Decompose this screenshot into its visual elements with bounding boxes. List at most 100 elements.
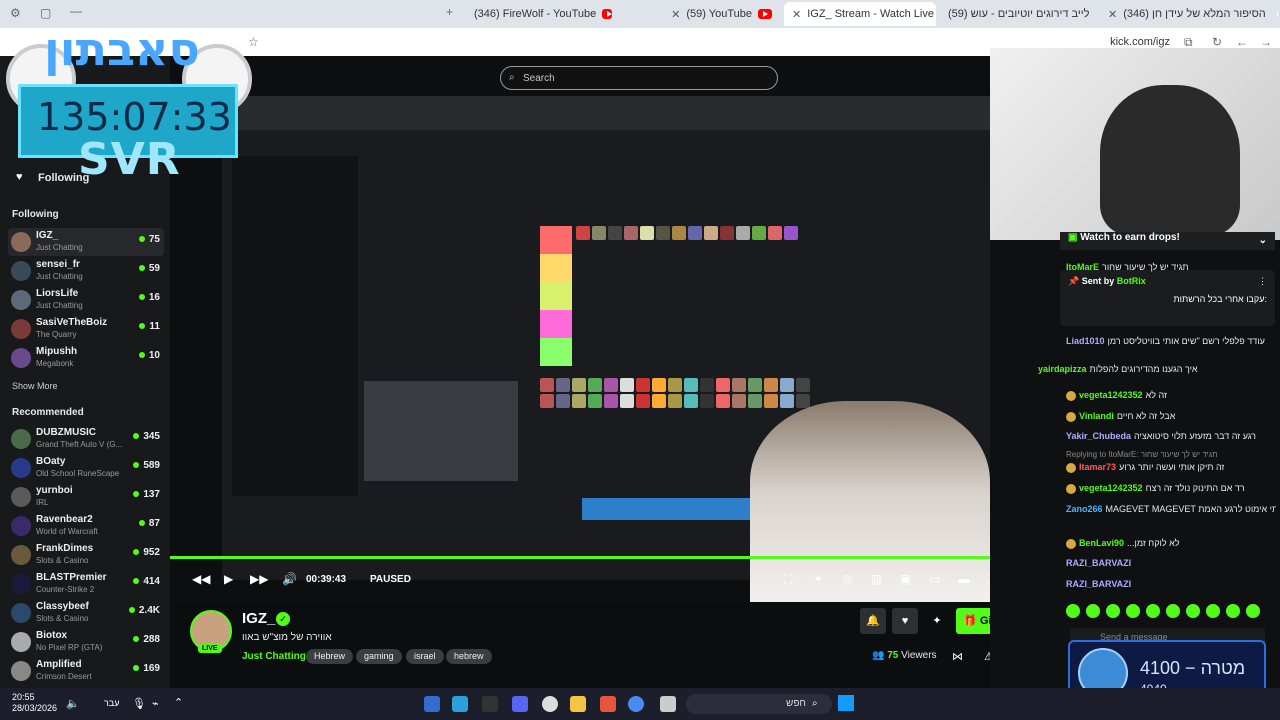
play-icon[interactable]: ▶ — [224, 572, 233, 586]
sparkle-icon[interactable]: ✦ — [813, 572, 823, 586]
chat-user[interactable]: Zano266 — [1066, 504, 1103, 514]
chat-user[interactable]: vegeta1242352 — [1079, 390, 1143, 400]
emote-icon[interactable] — [1126, 604, 1140, 618]
window-icon[interactable] — [660, 696, 676, 712]
window-icon[interactable]: ▢ — [40, 6, 51, 20]
show-more-link[interactable]: Show More — [12, 381, 58, 391]
channel-item-following[interactable]: sensei_fr Just Chatting 59 — [8, 257, 164, 285]
back-icon[interactable]: ← — [1236, 35, 1248, 49]
tag[interactable]: gaming — [356, 649, 402, 664]
channel-item-recommended[interactable]: DUBZMUSIC Grand Theft Auto V (G... 345 — [8, 425, 164, 453]
cinema-icon[interactable]: ▬ — [958, 572, 970, 586]
telegram-icon[interactable] — [452, 696, 468, 712]
channel-item-recommended[interactable]: Amplified Crimson Desert 169 — [8, 657, 164, 685]
notification-bell-icon[interactable]: 🔔 — [860, 608, 886, 634]
channel-item-recommended[interactable]: yurnboi IRL 137 — [8, 483, 164, 511]
channel-item-recommended[interactable]: BOaty Old School RuneScape 589 — [8, 454, 164, 482]
emote-icon[interactable] — [1186, 604, 1200, 618]
pip-icon[interactable]: ▣ — [900, 572, 911, 586]
tab-igz-stream[interactable]: ✕ IGZ_ Stream - Watch Live on Ki K — [784, 2, 936, 26]
chevron-down-icon[interactable]: ⌄ — [1259, 235, 1267, 246]
emote-icon[interactable] — [1106, 604, 1120, 618]
language-indicator[interactable]: עבר — [104, 698, 119, 708]
channel-item-recommended[interactable]: BLASTPremier Counter-Strike 2 414 — [8, 570, 164, 598]
search-bar[interactable]: ⌕ Search — [500, 66, 778, 90]
clip-icon[interactable]: ⛶ — [784, 572, 792, 587]
microphone-icon[interactable]: 🎙 — [132, 697, 146, 710]
chat-user[interactable]: RAZI_BARVAZI — [1066, 558, 1131, 568]
tag[interactable]: Hebrew — [306, 649, 354, 664]
search-input[interactable]: Search — [523, 73, 555, 84]
channel-item-following[interactable]: SasiVeTheBoiz The Quarry 11 — [8, 315, 164, 343]
chat-user[interactable]: Itamar73 — [1079, 462, 1116, 472]
sparkle-icon[interactable]: ✦ — [924, 608, 950, 634]
url-text[interactable]: kick.com/igz — [1110, 36, 1170, 48]
emote-icon[interactable] — [1086, 604, 1100, 618]
reload-icon[interactable]: ↻ — [1212, 35, 1222, 49]
forward-icon[interactable]: ▶▶ — [250, 572, 268, 586]
chrome-icon[interactable] — [628, 696, 644, 712]
network-icon[interactable]: ⌁ — [152, 697, 159, 710]
speaker-icon[interactable]: 🔈 — [66, 697, 80, 710]
windows-start-icon[interactable] — [838, 695, 854, 711]
stream-category[interactable]: Just Chatting — [242, 651, 306, 662]
media-player-icon[interactable] — [542, 696, 558, 712]
close-icon[interactable]: ✕ — [671, 8, 680, 21]
forward-icon[interactable]: → — [1260, 35, 1272, 49]
chat-user[interactable]: yairdapizza — [1038, 364, 1087, 374]
share-icon[interactable]: ⋈ — [952, 650, 963, 663]
chevron-up-icon[interactable]: ⌃ — [174, 696, 183, 709]
chat-user[interactable]: Yakir_Chubeda — [1066, 431, 1131, 441]
speed-icon[interactable]: ◎ — [842, 572, 852, 586]
volume-icon[interactable]: 🔊 — [282, 572, 297, 586]
channel-name[interactable]: IGZ_ — [242, 610, 275, 627]
avatar — [11, 603, 31, 623]
taskbar-search[interactable]: חפש — [686, 694, 832, 714]
tab-youtube[interactable]: ✕ (59) YouTube — [625, 2, 780, 26]
close-icon[interactable]: ✕ — [792, 8, 801, 21]
chat-user[interactable]: ItoMarE — [1066, 262, 1099, 272]
progress-bar[interactable] — [170, 556, 990, 559]
chat-user[interactable]: RAZI_BARVAZI — [1066, 579, 1131, 589]
channel-item-following[interactable]: IGZ_ Just Chatting 75 — [8, 228, 164, 256]
steam-icon[interactable] — [424, 696, 440, 712]
new-tab-icon[interactable]: + — [446, 5, 453, 19]
channel-item-recommended[interactable]: Biotox No Pixel RP (GTA) 288 — [8, 628, 164, 656]
chat-user[interactable]: vegeta1242352 — [1079, 483, 1143, 493]
minimize-icon[interactable]: — — [70, 4, 82, 18]
tag[interactable]: israel — [406, 649, 444, 664]
app-icon[interactable] — [600, 696, 616, 712]
chat-user[interactable]: Liad1010 — [1066, 336, 1105, 346]
chat-user[interactable]: Vinlandi — [1079, 411, 1114, 421]
file-explorer-icon[interactable] — [570, 696, 586, 712]
channel-item-recommended[interactable]: Classybeef Slots & Casino 2.4K — [8, 599, 164, 627]
channel-item-recommended[interactable]: Ravenbear2 World of Warcraft 87 — [8, 512, 164, 540]
tag[interactable]: hebrew — [446, 649, 492, 664]
emote-icon[interactable] — [1246, 604, 1260, 618]
tab-firewolf[interactable]: (346) FireWolf - YouTube — [466, 2, 620, 26]
chat-user[interactable]: BenLavi90 — [1079, 538, 1124, 548]
system-clock[interactable]: 20:55 28/03/2026 — [12, 692, 57, 714]
emote-icon[interactable] — [1066, 604, 1080, 618]
app-icon[interactable] — [482, 696, 498, 712]
close-icon[interactable]: ✕ — [1108, 8, 1117, 21]
discord-icon[interactable] — [512, 696, 528, 712]
emote-icon[interactable] — [1226, 604, 1240, 618]
stats-icon[interactable]: ▥ — [871, 572, 882, 586]
emote-icon[interactable] — [1166, 604, 1180, 618]
follow-heart-icon[interactable]: ♥ — [892, 608, 918, 634]
bookmark-star-icon[interactable]: ☆ — [248, 35, 259, 49]
more-options-icon[interactable]: ⋮ — [1258, 276, 1267, 287]
emote-icon[interactable] — [1146, 604, 1160, 618]
rewind-icon[interactable]: ◀◀ — [192, 572, 210, 586]
theater-icon[interactable]: ▭ — [929, 572, 940, 586]
channel-item-following[interactable]: Mipushh Megabonk 10 — [8, 344, 164, 372]
drops-banner[interactable]: ▣ Watch to earn drops! ⌄ — [1060, 232, 1275, 250]
emote-icon[interactable] — [1206, 604, 1220, 618]
tab-live-rankings[interactable]: (59) לייב דירוגים יוטיובים - עוש — [940, 2, 1090, 26]
channel-item-recommended[interactable]: FrankDimes Slots & Casino 952 — [8, 541, 164, 569]
video-player[interactable]: ⌕ Search — [170, 56, 990, 602]
tab-full-story[interactable]: ✕ (346) הסיפור המלא של עידן חן — [1100, 2, 1278, 26]
channel-item-following[interactable]: LiorsLife Just Chatting 16 — [8, 286, 164, 314]
menu-icon[interactable]: ⚙ — [10, 6, 21, 20]
